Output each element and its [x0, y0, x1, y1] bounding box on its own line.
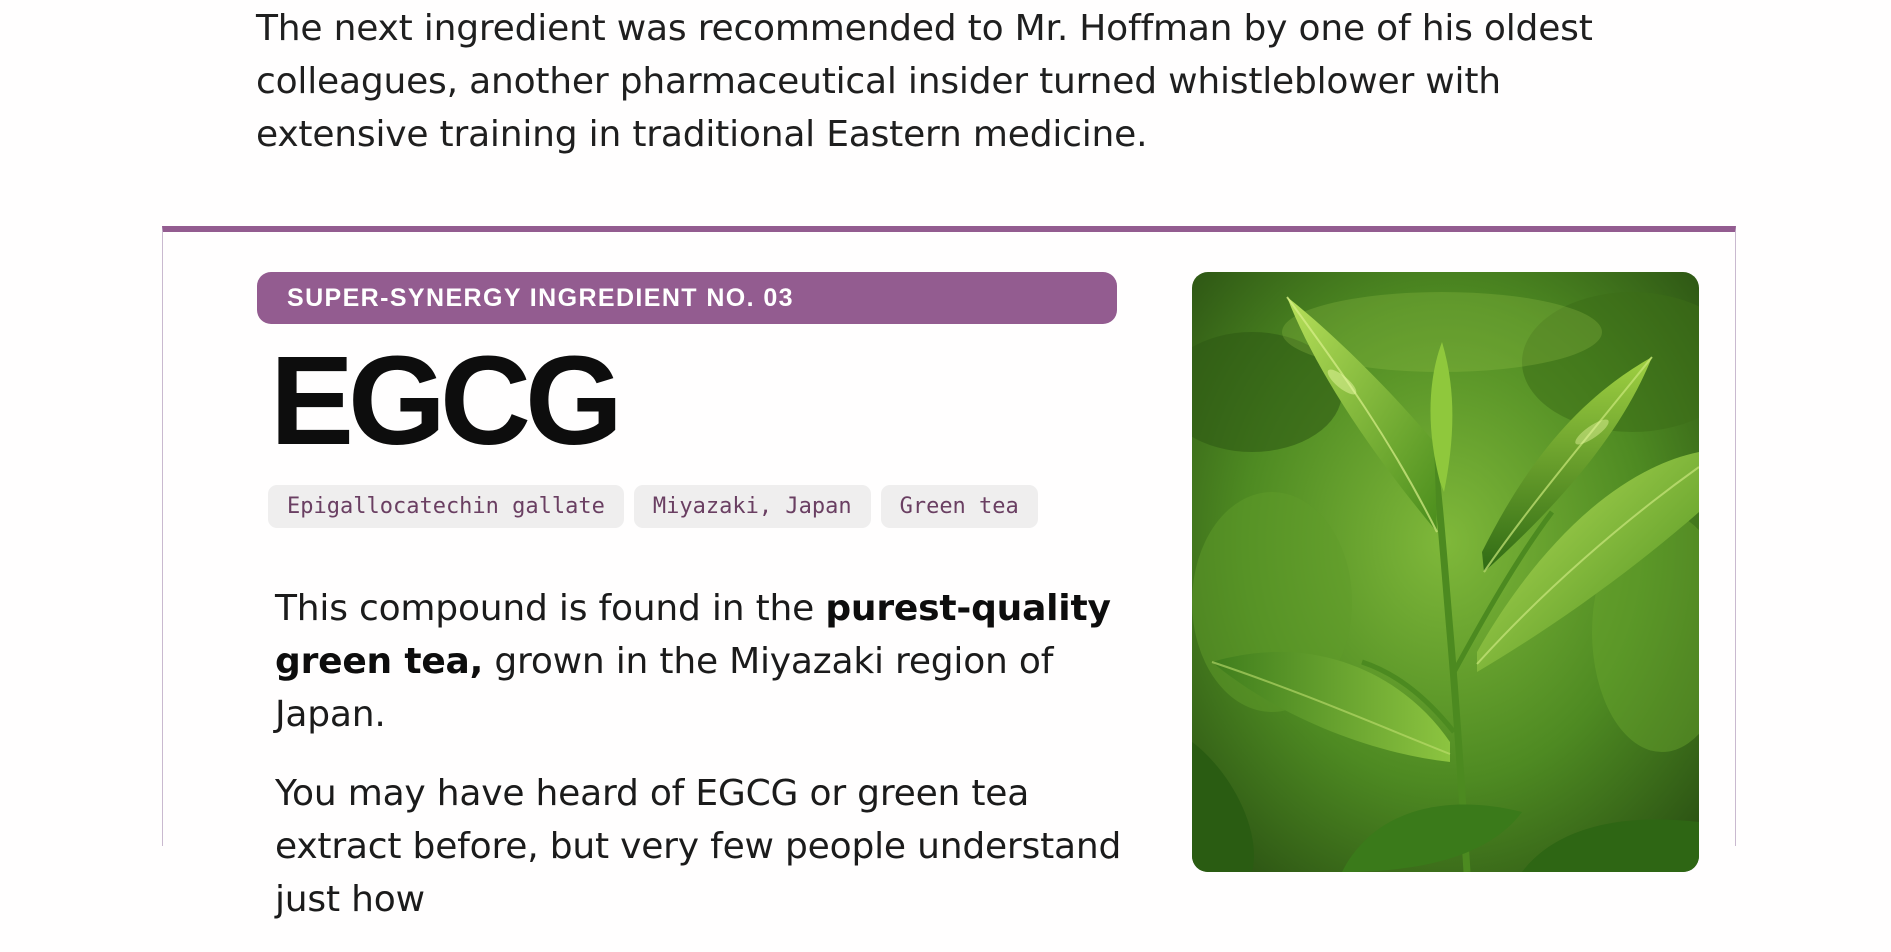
- description-paragraph-1: This compound is found in the purest-qua…: [275, 588, 1111, 735]
- description-paragraph-2: You may have heard of EGCG or green tea …: [275, 773, 1122, 920]
- green-tea-leaves-image: [1192, 272, 1699, 872]
- intro-paragraph: The next ingredient was recommended to M…: [256, 8, 1593, 155]
- green-tea-illustration: [1192, 272, 1699, 872]
- ingredient-number-badge: SUPER-SYNERGY INGREDIENT NO. 03: [257, 272, 1117, 324]
- tag-compound-name: Epigallocatechin gallate: [268, 485, 624, 528]
- tag-source: Green tea: [880, 485, 1038, 528]
- ingredient-description: This compound is found in the purest-qua…: [275, 582, 1145, 952]
- ingredient-title: EGCG: [270, 330, 623, 471]
- tag-origin: Miyazaki, Japan: [633, 485, 871, 528]
- ingredient-tags: Epigallocatechin gallate Miyazaki, Japan…: [268, 485, 1038, 528]
